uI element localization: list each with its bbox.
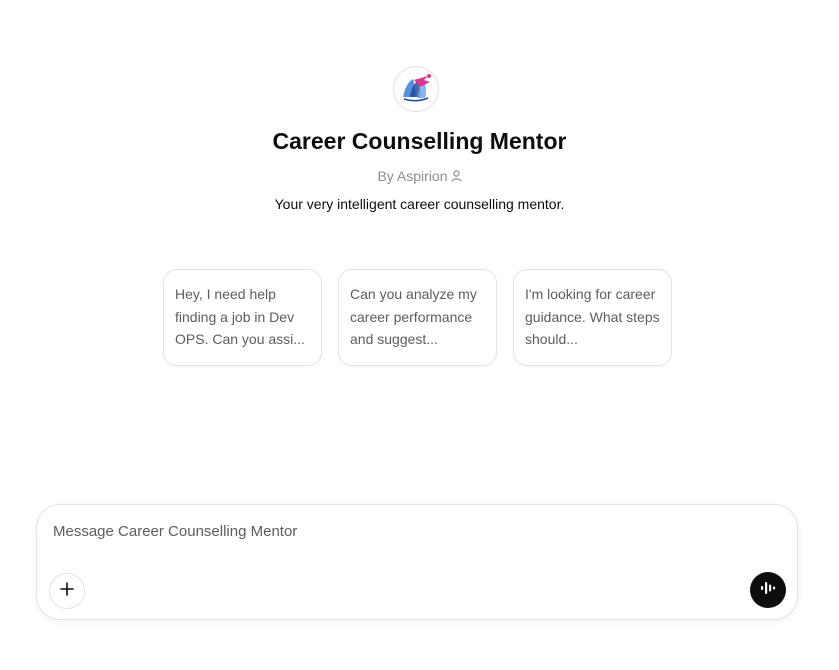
- conversation-starters: Hey, I need help finding a job in Dev OP…: [163, 269, 672, 366]
- conversation-starter[interactable]: Hey, I need help finding a job in Dev OP…: [163, 269, 322, 366]
- conversation-starter-text: I'm looking for career guidance. What st…: [525, 286, 660, 347]
- gpt-byline[interactable]: By Aspirion: [0, 168, 839, 185]
- gpt-landing-page: Career Counselling Mentor By Aspirion Yo…: [0, 0, 839, 670]
- voice-mode-button[interactable]: [750, 572, 786, 608]
- conversation-starter-text: Hey, I need help finding a job in Dev OP…: [175, 286, 305, 347]
- conversation-starter[interactable]: Can you analyze my career performance an…: [338, 269, 497, 366]
- gpt-name: Career Counselling Mentor: [272, 128, 567, 154]
- message-composer: [36, 504, 798, 620]
- aspirion-logo-icon: [393, 66, 439, 112]
- plus-icon: [59, 581, 75, 602]
- voice-mode-icon: [758, 578, 778, 603]
- person-icon: [450, 169, 462, 185]
- attach-button[interactable]: [49, 573, 85, 609]
- conversation-starter[interactable]: I'm looking for career guidance. What st…: [513, 269, 672, 366]
- byline-text: By Aspirion: [377, 168, 448, 184]
- message-input[interactable]: [53, 519, 733, 543]
- conversation-starter-text: Can you analyze my career performance an…: [350, 286, 477, 347]
- gpt-description: Your very intelligent career counselling…: [274, 196, 565, 212]
